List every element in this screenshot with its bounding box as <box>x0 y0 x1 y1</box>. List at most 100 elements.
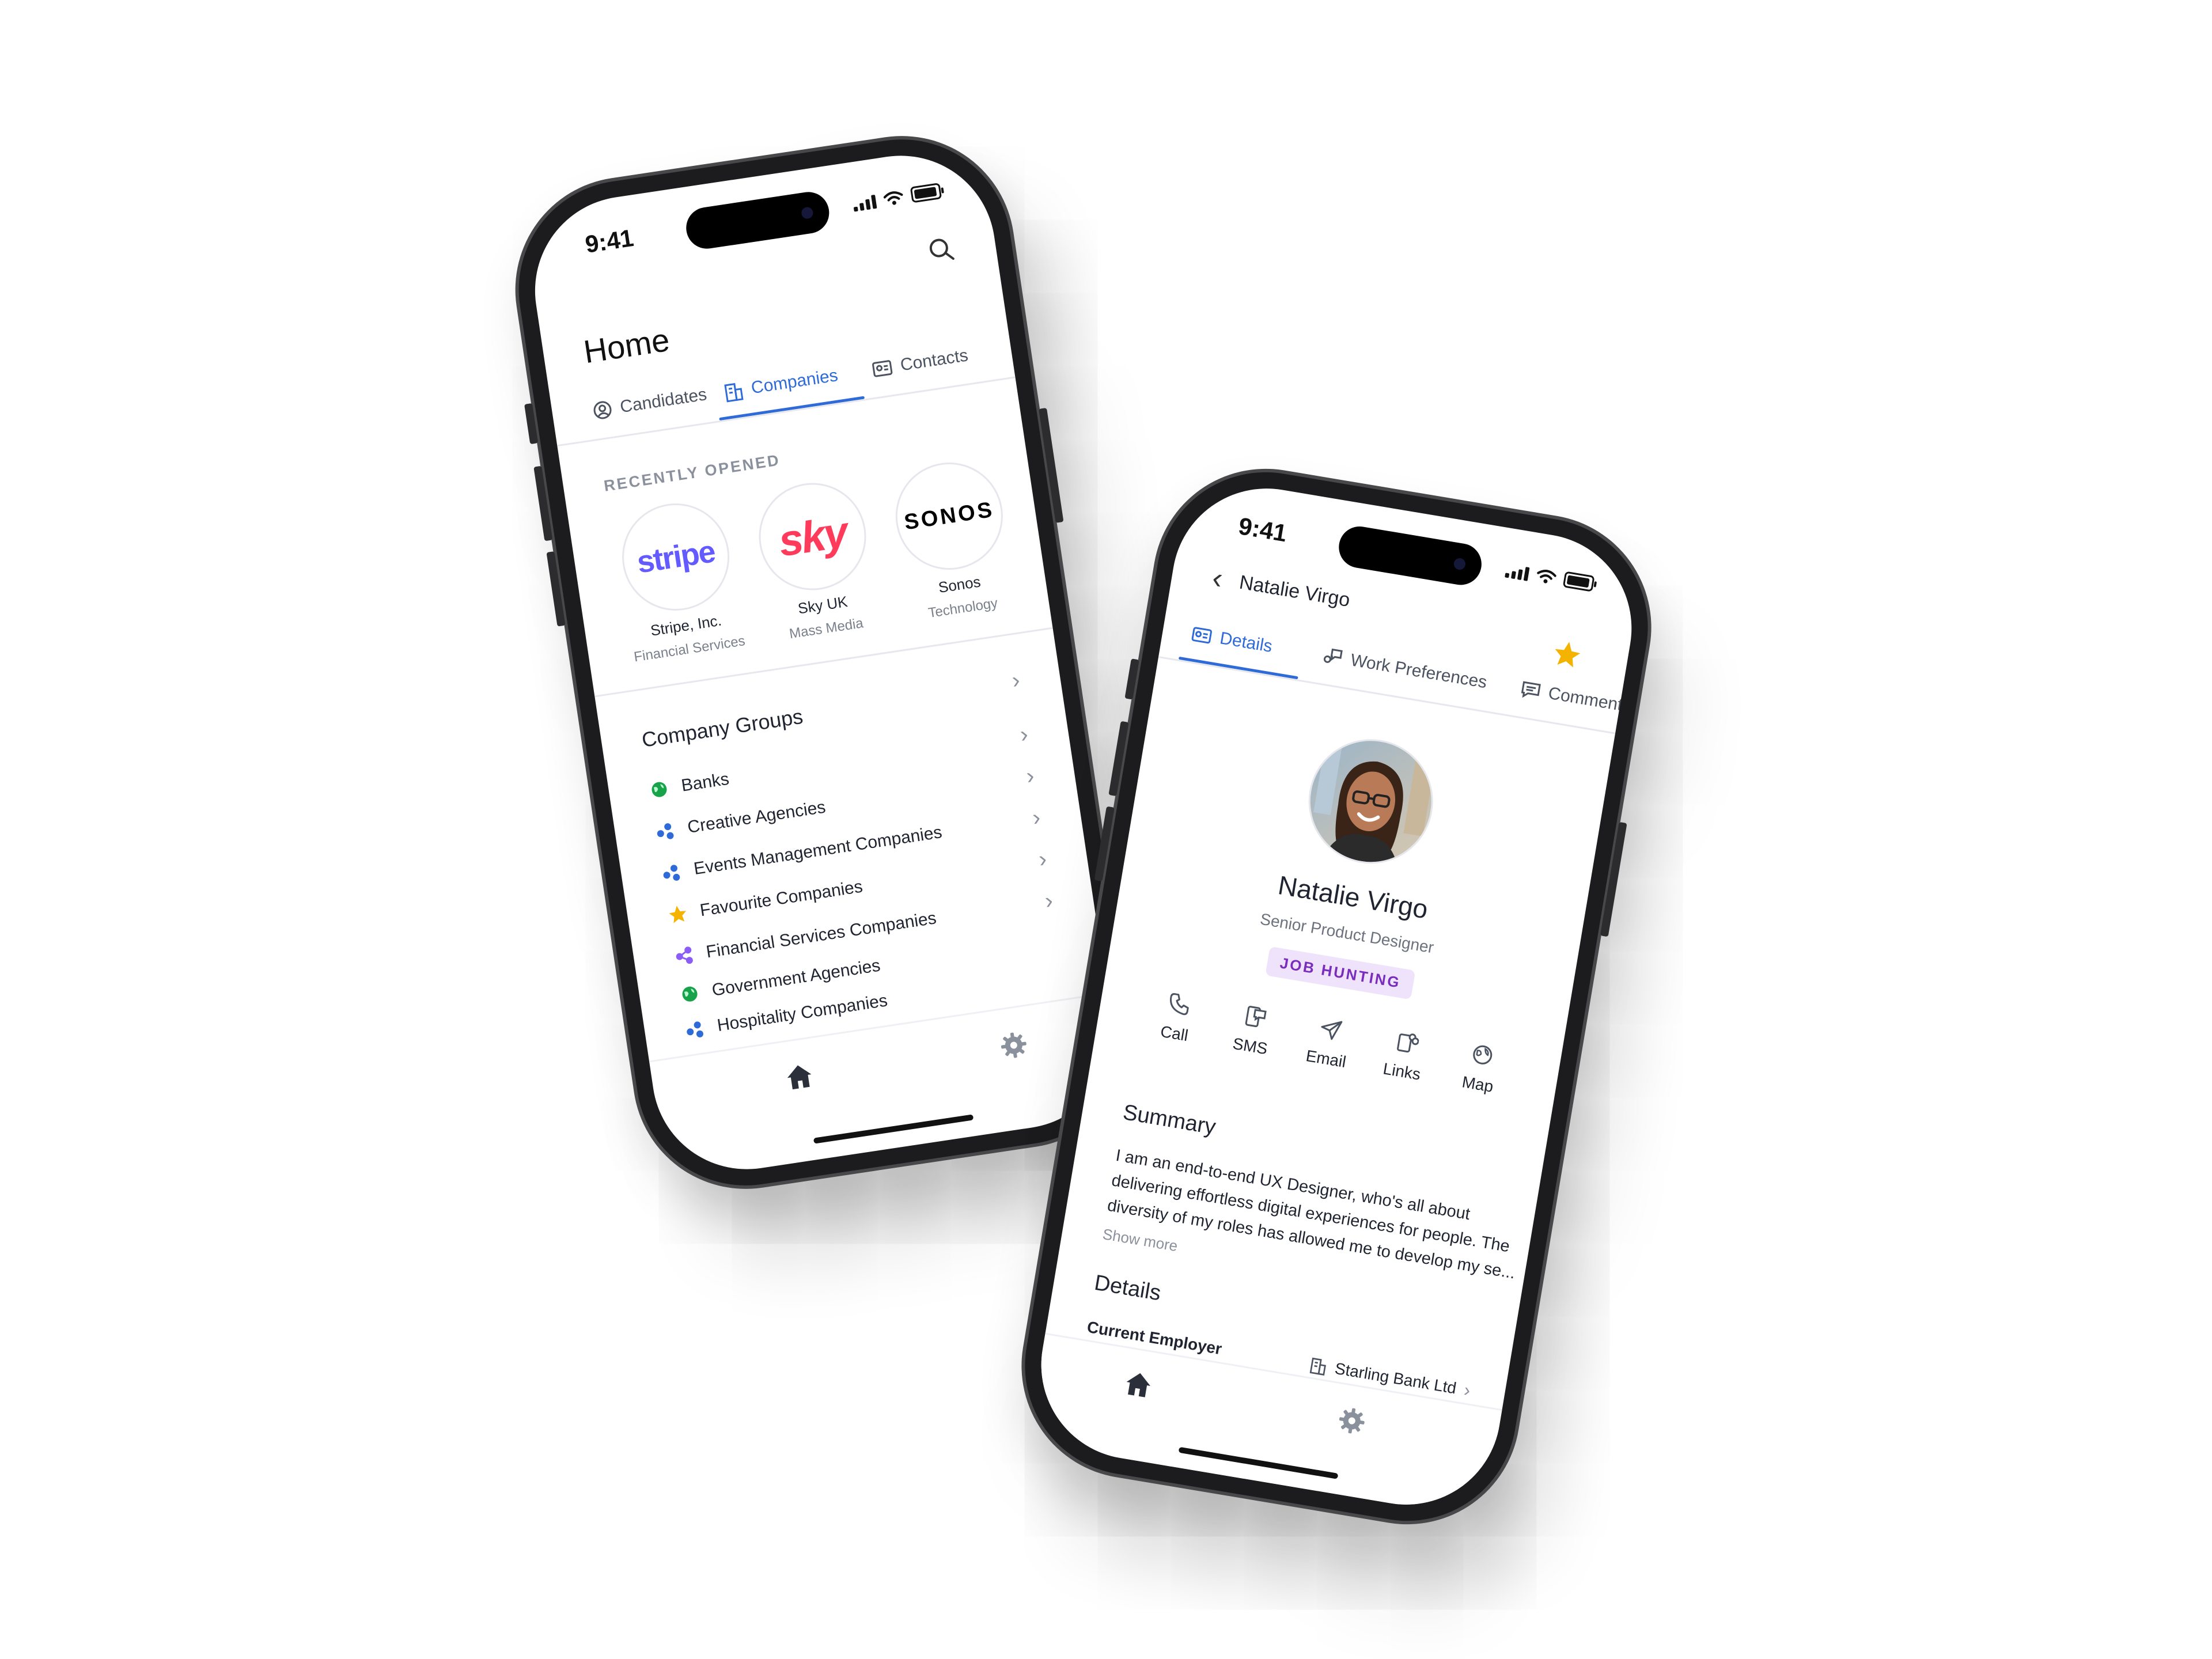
contact-card-icon <box>872 360 893 377</box>
gear-icon[interactable] <box>998 1029 1030 1064</box>
globe-icon <box>682 986 698 1002</box>
header-name: Natalie Virgo <box>1237 571 1352 611</box>
company-name: Stripe, Inc. <box>649 611 723 639</box>
tab-label: Candidates <box>619 385 709 417</box>
company-industry: Technology <box>927 595 999 622</box>
chevron-right-icon: › <box>1024 763 1036 789</box>
recent-company-sonos[interactable]: SONOS Sonos Technology <box>876 453 1029 626</box>
status-icons <box>852 183 942 212</box>
tab-work-preferences[interactable]: Work Preferences <box>1321 646 1488 692</box>
building-icon <box>1309 1357 1327 1376</box>
status-time: 9:41 <box>1236 512 1289 547</box>
comment-icon <box>1521 681 1541 698</box>
page-title: Home <box>581 321 672 370</box>
home-icon[interactable] <box>784 1062 816 1095</box>
send-icon <box>1321 1021 1343 1040</box>
chevron-right-icon: › <box>1018 721 1030 748</box>
recent-company-sky[interactable]: sky Sky UK Mass Media <box>739 474 893 647</box>
gear-icon[interactable] <box>1335 1405 1368 1440</box>
summary-text: I am an end-to-end UX Designer, who's al… <box>1105 1143 1517 1283</box>
tab-label: Companies <box>749 366 839 398</box>
star-icon <box>669 905 687 923</box>
profile-screen: 9:41 ‹ Natalie Virgo Details Work Prefer… <box>1027 474 1646 1519</box>
avatar <box>1299 729 1443 873</box>
wifi-icon <box>1537 570 1556 584</box>
chevron-right-icon: › <box>1043 888 1055 914</box>
link-icon <box>1396 1033 1419 1053</box>
group-label: Creative Agencies <box>686 797 827 837</box>
chevron-left-icon[interactable]: ‹ <box>1210 560 1225 596</box>
action-label: Links <box>1381 1059 1422 1084</box>
sms-icon <box>1245 1006 1267 1027</box>
stripe-logo: stripe <box>615 496 737 618</box>
home-indicator <box>813 1114 974 1144</box>
signal-icon <box>1505 564 1530 581</box>
sonos-logo: SONOS <box>888 455 1010 577</box>
tab-label: Work Preferences <box>1349 650 1488 692</box>
company-name: Sonos <box>937 573 982 596</box>
show-more-link[interactable]: Show more <box>1101 1225 1179 1255</box>
home-screen: 9:41 Home Candidates Companies Contacts … <box>522 142 1126 1183</box>
map-button[interactable]: Map <box>1445 1038 1516 1099</box>
tab-contacts[interactable]: Contacts <box>870 346 969 380</box>
action-label: Call <box>1159 1022 1190 1045</box>
building-icon <box>724 382 744 403</box>
profile-header: ‹ Natalie Virgo <box>1210 560 1353 618</box>
search-icon[interactable] <box>926 234 957 269</box>
cluster-icon <box>663 864 680 881</box>
tab-label: Details <box>1218 628 1274 657</box>
favourite-star-icon[interactable] <box>1550 638 1584 673</box>
cluster-icon <box>657 823 674 839</box>
globe-map-icon <box>1473 1045 1493 1065</box>
tab-candidates[interactable]: Candidates <box>592 385 709 421</box>
group-label: Favourite Companies <box>698 877 864 920</box>
chevron-right-icon: › <box>1037 846 1048 873</box>
status-icons <box>1505 562 1595 592</box>
signal-icon <box>852 194 877 212</box>
email-button[interactable]: Email <box>1293 1013 1364 1073</box>
cluster-icon <box>687 1021 703 1037</box>
group-label: Banks <box>680 769 730 796</box>
share-icon <box>676 946 693 964</box>
chevron-right-icon: › <box>1462 1379 1472 1401</box>
tab-details[interactable]: Details <box>1190 624 1274 657</box>
person-icon <box>593 401 612 419</box>
tab-companies[interactable]: Companies <box>722 365 839 403</box>
company-name: Sky UK <box>797 592 849 618</box>
details-title: Details <box>1092 1270 1163 1306</box>
group-label: Government Agencies <box>710 956 882 1000</box>
battery-icon <box>1562 571 1595 592</box>
profile-phone: 9:41 ‹ Natalie Virgo Details Work Prefer… <box>1008 456 1665 1537</box>
sky-logo: sky <box>751 475 874 598</box>
action-label: SMS <box>1231 1034 1269 1058</box>
phone-icon <box>1170 993 1189 1016</box>
recent-company-stripe[interactable]: stripe Stripe, Inc. Financial Services <box>603 494 756 667</box>
summary-title: Summary <box>1121 1100 1218 1140</box>
action-label: Email <box>1304 1046 1348 1071</box>
company-groups-title: Company Groups <box>640 704 805 752</box>
chevron-right-icon: › <box>1031 804 1043 831</box>
dynamic-island <box>1335 523 1485 588</box>
status-badge: JOB HUNTING <box>1265 946 1416 1000</box>
call-button[interactable]: Call <box>1142 987 1213 1048</box>
chevron-right-icon[interactable]: › <box>1010 667 1022 694</box>
tab-label: Contacts <box>899 346 969 375</box>
home-icon[interactable] <box>1122 1369 1154 1403</box>
globe-icon <box>652 782 667 797</box>
recently-opened-label: RECENTLY OPENED <box>603 451 782 495</box>
links-button[interactable]: Links <box>1369 1025 1440 1086</box>
company-industry: Mass Media <box>788 615 865 642</box>
tab-label: Comments <box>1547 683 1633 717</box>
status-time: 9:41 <box>583 224 635 258</box>
battery-icon <box>910 183 942 203</box>
action-label: Map <box>1460 1073 1495 1096</box>
tab-comments[interactable]: Comments <box>1520 679 1633 717</box>
dynamic-island <box>683 189 832 252</box>
company-groups-list: Banks › Creative Agencies › Events Manag… <box>647 721 1065 1040</box>
home-phone: 9:41 Home Candidates Companies Contacts … <box>503 124 1144 1200</box>
home-indicator <box>1178 1446 1339 1479</box>
preferences-icon <box>1323 648 1343 663</box>
sms-button[interactable]: SMS <box>1217 1000 1288 1060</box>
id-card-icon <box>1191 627 1212 644</box>
wifi-icon <box>883 191 903 205</box>
